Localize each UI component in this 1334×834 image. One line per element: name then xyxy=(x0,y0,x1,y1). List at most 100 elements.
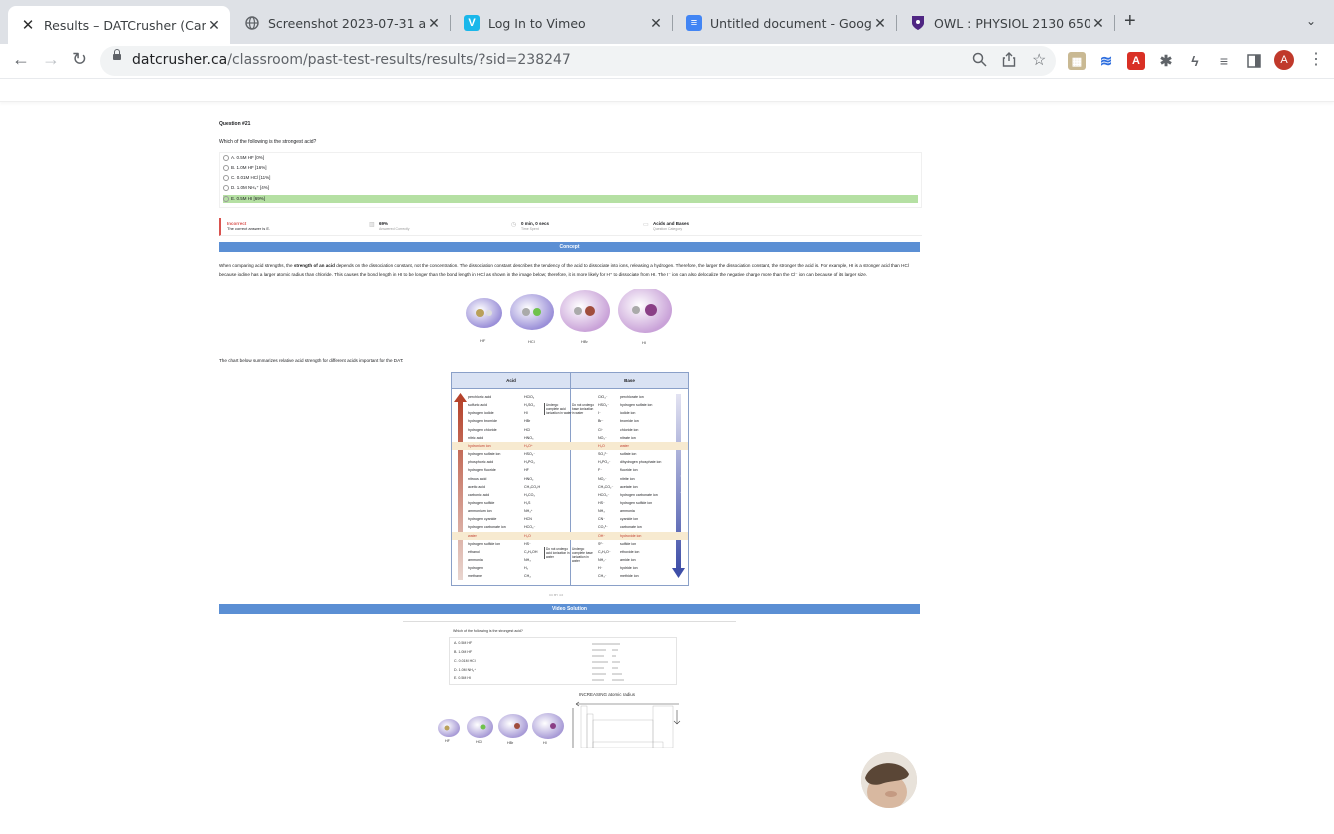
table-row: phosphoric acid H₃PO₄ H₂PO₄⁻ dihydrogen pho… xyxy=(452,458,688,466)
base-formula: HCO₃⁻ xyxy=(598,492,610,497)
acid-formula: HF xyxy=(524,468,529,473)
base-name: iodide ion xyxy=(620,411,636,416)
tab-owl[interactable]: OWL : PHYSIOL 2130 650 SU2 ✕ xyxy=(898,8,1115,38)
table-row: hydrogen chloride HCl Cl⁻ chloride ion xyxy=(452,426,688,434)
table-row: hydrogen cyanide HCN CN⁻ cyanide ion xyxy=(452,515,688,523)
acid-formula: H₂S xyxy=(524,500,531,505)
profile-avatar[interactable]: A xyxy=(1274,50,1294,70)
answer-option[interactable]: D. 1.0M NH₄⁺ [4%] xyxy=(223,184,918,192)
video-solution-player[interactable]: Which of the following is the strongest … xyxy=(403,621,917,810)
answer-option[interactable]: B. 1.0M HF [16%] xyxy=(223,164,918,172)
tab-title: Results – DATCrusher (Canadia xyxy=(44,17,206,33)
tab-title: Untitled document - Google Do xyxy=(710,15,872,31)
acid-name: nitrous acid xyxy=(468,476,487,481)
tab-datcrusher[interactable]: ✕ Results – DATCrusher (Canadia ✕ xyxy=(8,6,230,44)
base-name: hydrogen sulfate ion xyxy=(620,403,653,408)
table-row: hydrogen sulfide H₂S HS⁻ hydrogen sulfide i… xyxy=(452,499,688,507)
base-formula: CH₃CO₂⁻ xyxy=(598,484,614,489)
table-row: hydrogen sulfide ion HS⁻ S²⁻ sulfide ion xyxy=(452,540,688,548)
table-row: perchloric acid HClO₄ ClO₄⁻ perchlorate ion xyxy=(452,393,688,401)
acid-name: hydrogen fluoride xyxy=(468,468,496,473)
time-spent: ◷ 0 min, 0 secs Time Spent xyxy=(511,221,550,231)
percent-correct: ▥ 69% Answered Correctly xyxy=(369,221,410,231)
concept-explanation: When comparing acid strengths, the stren… xyxy=(219,263,909,277)
media-playlist-icon[interactable]: ≡ xyxy=(1215,52,1233,70)
base-formula: NO₂⁻ xyxy=(598,476,607,481)
video-molecule-label: HBr xyxy=(507,741,514,745)
more-menu-icon[interactable]: ⋮ xyxy=(1308,49,1324,69)
tab-google-docs[interactable]: ≡ Untitled document - Google Do ✕ xyxy=(674,8,897,38)
pdf-extension-icon[interactable]: A xyxy=(1127,52,1145,70)
acid-formula: CH₃CO₂H xyxy=(524,484,541,489)
acid-name: carbonic acid xyxy=(468,492,490,497)
acid-name: hydrogen sulfide ion xyxy=(468,541,501,546)
url-text: datcrusher.ca/classroom/past-test-result… xyxy=(132,52,571,68)
bookmark-star-icon[interactable]: ☆ xyxy=(1032,50,1046,70)
acid-name: hydrogen cyanide xyxy=(468,517,497,522)
video-molecule-label: HCl xyxy=(476,740,482,744)
acid-column-header: Acid xyxy=(452,373,571,389)
tab-screenshot[interactable]: Screenshot 2023-07-31 at 5.0 ✕ xyxy=(232,8,451,38)
waveform-extension-icon[interactable]: ≋ xyxy=(1097,52,1115,70)
acid-formula: H₂SO₄ xyxy=(524,403,535,408)
acid-name: nitric acid xyxy=(468,435,484,440)
video-option: A. 0.5M HF xyxy=(454,641,473,645)
acid-formula: H₃O⁺ xyxy=(524,443,533,448)
acid-formula: HS⁻ xyxy=(524,541,531,546)
answer-option-correct[interactable]: E. 0.5M HI [69%] xyxy=(223,195,918,203)
acid-formula: HSO₄⁻ xyxy=(524,452,536,457)
table-row: hydrogen carbonate ion HCO₃⁻ CO₃²⁻ carbonat… xyxy=(452,523,688,531)
close-tab-icon[interactable]: ✕ xyxy=(872,15,888,32)
table-row: carbonic acid H₂CO₃ HCO₃⁻ hydrogen carbonat… xyxy=(452,491,688,499)
hand-note: INCREASING atomic radius xyxy=(579,692,636,697)
base-formula: NO₃⁻ xyxy=(598,435,607,440)
base-formula: C₂H₅O⁻ xyxy=(598,549,611,554)
answer-option[interactable]: A. 0.5M HF [0%] xyxy=(223,154,918,162)
close-tab-icon[interactable]: ✕ xyxy=(426,15,442,32)
new-tab-button[interactable]: + xyxy=(1124,10,1136,33)
close-tab-icon[interactable]: ✕ xyxy=(1090,15,1106,32)
calculator-extension-icon[interactable]: ▦ xyxy=(1068,52,1086,70)
close-tab-icon[interactable]: ✕ xyxy=(648,15,664,32)
base-formula: CO₃²⁻ xyxy=(598,525,608,530)
vimeo-icon: V xyxy=(464,15,480,31)
clock-icon: ◷ xyxy=(511,222,517,228)
acid-formula: CH₄ xyxy=(524,574,531,579)
acid-name: hydrogen chloride xyxy=(468,427,497,432)
address-bar[interactable]: datcrusher.ca/classroom/past-test-result… xyxy=(100,46,1056,76)
question-text: Which of the following is the strongest … xyxy=(219,139,317,145)
close-tab-icon[interactable]: ✕ xyxy=(206,17,222,34)
acid-formula: HCl xyxy=(524,427,530,432)
base-name: hydrogen sulfide ion xyxy=(620,500,653,505)
tab-search-chevron-icon[interactable]: ⌄ xyxy=(1306,14,1316,28)
video-drawing xyxy=(438,701,681,748)
zoom-icon[interactable] xyxy=(972,52,987,71)
base-formula: Cl⁻ xyxy=(598,427,604,432)
base-formula: OH⁻ xyxy=(598,533,606,538)
acid-formula: H₂ xyxy=(524,566,528,571)
table-row: nitrous acid HNO₂ NO₂⁻ nitrite ion xyxy=(452,475,688,483)
bolt-extension-icon[interactable]: ϟ xyxy=(1186,52,1204,70)
browser-toolbar: ← → ↻ datcrusher.ca/classroom/past-test-… xyxy=(0,44,1334,79)
acid-name: hydrogen bromide xyxy=(468,419,497,424)
base-name: hydroxide ion xyxy=(620,533,642,538)
table-row: hydrogen sulfate ion HSO₄⁻ SO₄²⁻ sulfate io… xyxy=(452,450,688,458)
reload-icon[interactable]: ↻ xyxy=(72,49,87,70)
forward-arrow-icon[interactable]: → xyxy=(42,49,60,70)
acid-formula: HBr xyxy=(524,419,531,424)
acid-formula: HI xyxy=(524,411,528,416)
share-icon[interactable] xyxy=(1002,52,1016,71)
puzzle-extensions-icon[interactable]: ✱ xyxy=(1157,52,1175,70)
acid-formula: H₃PO₄ xyxy=(524,460,535,465)
side-panel-icon[interactable] xyxy=(1245,52,1263,70)
back-arrow-icon[interactable]: ← xyxy=(12,49,30,70)
answer-option[interactable]: C. 0.01M HCl [11%] xyxy=(223,174,918,182)
acid-formula: HClO₄ xyxy=(524,395,535,399)
molecule-label: HF xyxy=(480,338,486,343)
base-name: ethoxide ion xyxy=(620,549,640,554)
result-status: Incorrect The correct answer is E. xyxy=(227,221,271,231)
base-formula: CN⁻ xyxy=(598,517,606,522)
tab-vimeo[interactable]: V Log In to Vimeo ✕ xyxy=(452,8,673,38)
question-number: Question #21 xyxy=(219,121,251,127)
acid-formula: HCO₃⁻ xyxy=(524,525,536,530)
